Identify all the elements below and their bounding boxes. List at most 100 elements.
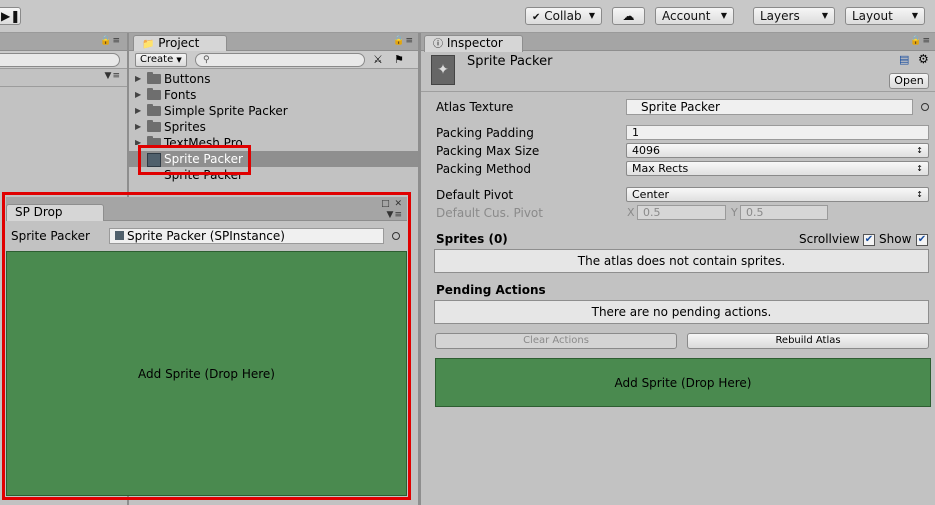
tree-item-sprites[interactable]: ▶ Sprites [129, 119, 418, 135]
inspector-object-name: Sprite Packer [467, 54, 553, 69]
tree-item-label: Fonts [164, 88, 197, 102]
object-picker-icon[interactable] [392, 232, 400, 240]
collab-label: Collab [544, 9, 582, 23]
scrollview-label: Scrollview [799, 232, 860, 246]
hierarchy-menu-icon[interactable]: ▼≡ [105, 71, 121, 81]
expand-arrow-icon[interactable]: ▶ [135, 71, 141, 87]
tree-item-textmesh-pro[interactable]: ▶ TextMesh Pro [129, 135, 418, 145]
folder-icon [147, 104, 161, 116]
cloud-button[interactable]: ☁ [612, 7, 645, 25]
tree-item-label: Sprite Packer [164, 168, 243, 182]
drop-zone-label: Add Sprite (Drop Here) [614, 375, 752, 390]
hierarchy-search-input[interactable] [0, 53, 120, 67]
tree-item-simple-sprite-packer[interactable]: ▶ Simple Sprite Packer [129, 103, 418, 119]
tree-item-sprite-packer-selected[interactable]: Sprite Packer [129, 151, 418, 167]
updown-arrows-icon: ↕ [916, 146, 923, 155]
updown-arrows-icon: ↕ [916, 164, 923, 173]
chevron-down-icon: ▼ [588, 11, 595, 20]
updown-arrows-icon: ↕ [916, 190, 923, 199]
unity-logo-icon: ✦ [431, 55, 455, 85]
packing-padding-value: 1 [632, 126, 639, 139]
expand-arrow-icon[interactable]: ▶ [135, 119, 141, 135]
folder-icon [147, 120, 161, 132]
help-book-icon[interactable]: ▤ [899, 53, 909, 66]
sp-drop-drop-zone[interactable]: Add Sprite (Drop Here) [6, 251, 407, 496]
scrollview-checkbox[interactable]: ✔ [863, 234, 875, 246]
sp-drop-field-label: Sprite Packer [11, 229, 90, 243]
open-button-label: Open [894, 74, 924, 87]
object-picker-icon[interactable] [921, 103, 929, 111]
header-divider [421, 91, 935, 92]
filter-label-icon[interactable]: ⚑ [394, 53, 404, 66]
default-pivot-dropdown[interactable]: Center ↕ [626, 187, 929, 202]
filter-type-icon[interactable]: ⚔ [373, 53, 383, 66]
rebuild-atlas-button[interactable]: Rebuild Atlas [687, 333, 929, 349]
expand-arrow-icon[interactable]: ▶ [135, 87, 141, 103]
info-tab-icon: ⓘ [433, 39, 443, 50]
no-pending-message: There are no pending actions. [434, 300, 929, 324]
panel-menu-icon[interactable]: 🔒≡ [910, 36, 931, 46]
panel-menu-icon[interactable]: 🔒≡ [100, 36, 121, 46]
chevron-down-icon: ▼ [821, 11, 828, 20]
step-button[interactable]: ▶❚ [0, 7, 21, 25]
pivot-x-value: 0.5 [643, 206, 661, 219]
inspector-tabstrip: ⓘ Inspector 🔒≡ [421, 33, 935, 52]
inspector-panel: ⓘ Inspector 🔒≡ ✦ Sprite Packer ▤ ⚙ Open … [421, 33, 935, 505]
clear-actions-button[interactable]: Clear Actions [435, 333, 677, 349]
collab-button[interactable]: ✔ Collab ▼ [525, 7, 602, 25]
inspector-drop-zone[interactable]: Add Sprite (Drop Here) [435, 358, 931, 407]
packing-max-size-value: 4096 [632, 144, 660, 157]
layout-dropdown[interactable]: Layout ▼ [845, 7, 925, 25]
expand-arrow-icon[interactable]: ▶ [135, 103, 141, 119]
tree-item-label: Sprites [164, 120, 206, 134]
tree-item-buttons[interactable]: ▶ Buttons [129, 71, 418, 87]
show-label: Show [879, 232, 912, 246]
expand-arrow-icon[interactable]: ▶ [135, 135, 141, 145]
cloud-icon: ☁ [622, 9, 635, 23]
project-search-input[interactable]: ⚲ [195, 53, 365, 67]
show-checkbox[interactable]: ✔ [916, 234, 928, 246]
panel-menu-icon[interactable]: 🔒≡ [393, 36, 414, 46]
sp-drop-window: SP Drop □ ✕ ▼≡ Sprite Packer Sprite Pack… [6, 197, 407, 496]
no-sprites-text: The atlas does not contain sprites. [577, 254, 786, 268]
sp-drop-tabstrip: SP Drop □ ✕ ▼≡ [6, 197, 407, 221]
tab-inspector[interactable]: ⓘ Inspector [424, 35, 523, 52]
sprite-packer-object-field[interactable]: Sprite Packer (SPInstance) [109, 228, 384, 244]
default-pivot-label: Default Pivot [436, 188, 514, 202]
sprite-packer-field-value: Sprite Packer (SPInstance) [127, 229, 285, 243]
packing-padding-input[interactable]: 1 [626, 125, 929, 140]
gear-icon[interactable]: ⚙ [918, 52, 929, 66]
chevron-down-icon: ▼ [176, 56, 182, 64]
tree-item-label: Buttons [164, 72, 211, 86]
tree-item-label: Simple Sprite Packer [164, 104, 288, 118]
pivot-x-input[interactable]: 0.5 [637, 205, 726, 220]
packing-method-dropdown[interactable]: Max Rects ↕ [626, 161, 929, 176]
no-sprites-message: The atlas does not contain sprites. [434, 249, 929, 273]
tree-item-fonts[interactable]: ▶ Fonts [129, 87, 418, 103]
create-button[interactable]: Create ▼ [135, 53, 187, 67]
layers-dropdown[interactable]: Layers ▼ [753, 7, 835, 25]
hierarchy-tabstrip: 🔒≡ [0, 33, 127, 51]
tab-project[interactable]: 📁 Project [133, 35, 227, 52]
layout-label: Layout [852, 9, 893, 23]
account-dropdown[interactable]: Account ▼ [655, 7, 734, 25]
pivot-y-label: Y [731, 206, 738, 219]
pivot-x-label: X [627, 206, 635, 219]
chevron-down-icon: ▼ [720, 11, 727, 20]
open-button[interactable]: Open [889, 73, 929, 89]
project-tabstrip: 📁 Project 🔒≡ [129, 33, 418, 52]
tree-item-sprite-packer[interactable]: Sprite Packer [129, 167, 418, 183]
window-controls-icon[interactable]: □ ✕ [381, 199, 403, 209]
tab-sp-drop[interactable]: SP Drop [6, 204, 104, 221]
create-label: Create [140, 54, 174, 65]
panel-menu-icon[interactable]: ▼≡ [387, 210, 403, 220]
folder-tab-icon: 📁 [142, 39, 155, 50]
packing-max-size-dropdown[interactable]: 4096 ↕ [626, 143, 929, 158]
atlas-texture-field[interactable]: Sprite Packer [626, 99, 913, 115]
pivot-y-value: 0.5 [746, 206, 764, 219]
folder-icon [147, 136, 161, 145]
clear-actions-label: Clear Actions [523, 335, 589, 346]
project-tree: ▶ Buttons ▶ Fonts ▶ Simple Sprite Packer… [129, 71, 418, 191]
pivot-y-input[interactable]: 0.5 [740, 205, 828, 220]
sprite-packer-asset-icon [147, 153, 161, 167]
